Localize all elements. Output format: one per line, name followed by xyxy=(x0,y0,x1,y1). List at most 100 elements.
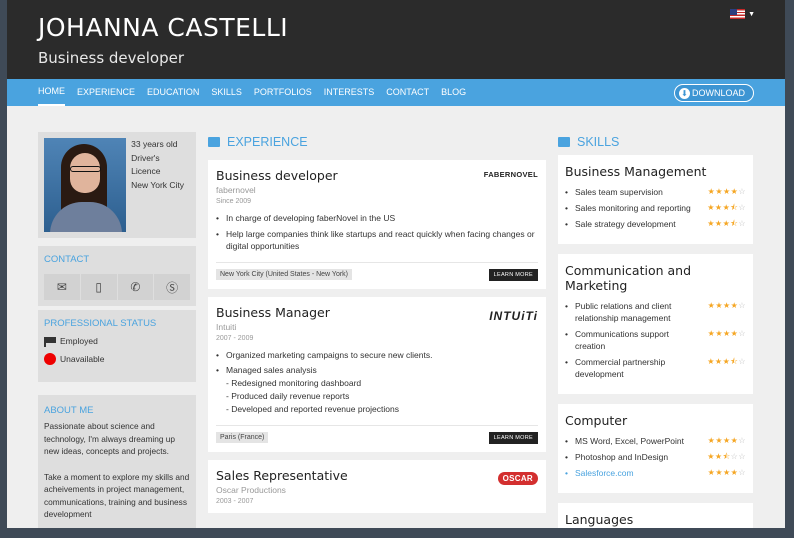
skill-row: Sales team supervision ★★★★☆ xyxy=(565,186,746,198)
email-icon[interactable]: ✉ xyxy=(44,274,80,300)
nav-experience[interactable]: EXPERIENCE xyxy=(77,79,135,106)
skills-heading: SKILLS xyxy=(558,132,753,152)
skill-row: Sale strategy development ★★★⯪☆ xyxy=(565,218,746,230)
download-label: DOWNLOAD xyxy=(691,88,745,98)
skill-name: Commercial partnership development xyxy=(565,356,693,380)
star-rating: ★★★★☆ xyxy=(708,300,746,312)
star-half-icon: ⯪ xyxy=(722,452,731,461)
download-button[interactable]: ⬇ DOWNLOAD xyxy=(673,84,754,102)
job-footer: New York City (United States - New York)… xyxy=(216,261,538,281)
phone-icon[interactable]: ✆ xyxy=(117,274,154,300)
about-title: ABOUT ME xyxy=(44,405,94,416)
nav-education[interactable]: EDUCATION xyxy=(147,79,199,106)
us-flag-icon xyxy=(730,9,746,19)
intuiti-logo: INTUiTi xyxy=(489,308,538,323)
experience-card: Sales Representative Oscar Productions 2… xyxy=(208,459,546,513)
download-icon: ⬇ xyxy=(678,87,690,99)
resume-page: JOHANNA CASTELLI Business developer ▼ HO… xyxy=(7,0,785,528)
star-rating: ★★⯪☆☆ xyxy=(707,451,746,463)
language-selector[interactable]: ▼ xyxy=(730,9,755,19)
contact-title: CONTACT xyxy=(44,254,90,265)
job-company: fabernovel xyxy=(216,185,256,195)
star-empty-icon: ☆ xyxy=(738,301,746,310)
sub-item: - Developed and reported revenue project… xyxy=(226,403,399,414)
licence: Driver's Licence xyxy=(131,152,161,177)
experience-column: EXPERIENCE Business developer fabernovel… xyxy=(208,132,546,513)
skill-card: Communication and Marketing Public relati… xyxy=(558,254,753,394)
star-full-icon: ★ xyxy=(707,203,715,212)
learn-more-button[interactable]: LEARN MORE xyxy=(488,268,538,281)
skill-row: Photoshop and InDesign★★⯪☆☆ xyxy=(565,451,746,463)
skill-row: Communications support creation★★★★☆ xyxy=(565,328,746,352)
star-rating: ★★★⯪☆ xyxy=(707,218,746,230)
nav-home[interactable]: HOME xyxy=(38,79,65,106)
skill-link[interactable]: Salesforce.com xyxy=(565,467,693,479)
skills-column: SKILLS Business Management Sales team sup… xyxy=(558,132,753,528)
skill-group-title: Computer xyxy=(565,413,628,428)
caret-down-icon: ▼ xyxy=(748,10,755,18)
job-bullets: In charge of developing faberNovel in th… xyxy=(216,212,538,253)
star-full-icon: ★ xyxy=(707,452,715,461)
about-section: ABOUT ME Passionate about science and te… xyxy=(38,395,196,528)
skill-card: Business Management Sales team supervisio… xyxy=(558,155,753,244)
skills-list: Business Management Sales team supervisio… xyxy=(558,155,753,528)
skills-title: SKILLS xyxy=(577,135,620,149)
star-empty-icon: ☆ xyxy=(738,357,746,366)
star-empty-icon: ☆ xyxy=(738,203,746,212)
profile-card: 33 years old Driver's Licence New York C… xyxy=(38,132,196,238)
oscar-logo: OSCAR xyxy=(497,471,538,485)
contact-section: CONTACT ✉ ▯ ✆ Ⓢ xyxy=(38,246,196,306)
nav-bar: HOME EXPERIENCE EDUCATION SKILLS PORTFOL… xyxy=(7,79,785,106)
status-section: PROFESSIONAL STATUS Employed Unavailable xyxy=(38,310,196,382)
unavailable-dot-icon xyxy=(44,353,56,365)
skype-icon[interactable]: Ⓢ xyxy=(154,274,190,300)
about-paragraph-1: Passionate about science and technology,… xyxy=(44,421,176,456)
employment-label: Employed xyxy=(60,336,98,346)
flag-icon xyxy=(44,336,56,347)
skill-group-title: Languages xyxy=(565,512,634,527)
star-full-icon: ★ xyxy=(722,436,731,445)
skill-row: Salesforce.com★★★★☆ xyxy=(565,467,746,479)
skill-name: Sales monitoring and reporting xyxy=(565,202,693,214)
skill-name: Photoshop and InDesign xyxy=(565,451,693,463)
skill-group-title: Communication and Marketing xyxy=(565,263,692,293)
list-item: In charge of developing faberNovel in th… xyxy=(216,212,538,225)
nav-blog[interactable]: BLOG xyxy=(441,79,466,106)
job-footer: Paris (France) LEARN MORE xyxy=(216,424,538,444)
skill-card: ComputerMS Word, Excel, PowerPoint★★★★☆P… xyxy=(558,404,753,493)
city: New York City xyxy=(131,179,185,190)
person-role: Business developer xyxy=(38,49,185,67)
skill-name: Public relations and client relationship… xyxy=(565,300,693,324)
nav-contact[interactable]: CONTACT xyxy=(386,79,429,106)
skill-name: Sales team supervision xyxy=(565,186,693,198)
star-full-icon: ★ xyxy=(722,187,731,196)
star-rating: ★★★★☆ xyxy=(708,186,746,198)
job-location: Paris (France) xyxy=(216,432,269,443)
nav-interests[interactable]: INTERESTS xyxy=(324,79,375,106)
star-rating: ★★★★☆ xyxy=(708,328,746,340)
job-dates: Since 2009 xyxy=(216,198,252,205)
learn-more-button[interactable]: LEARN MORE xyxy=(488,431,538,444)
briefcase-icon xyxy=(208,137,220,147)
skill-row: MS Word, Excel, PowerPoint★★★★☆ xyxy=(565,435,746,447)
job-bullets: Organized marketing campaigns to secure … xyxy=(216,349,538,416)
fabernovel-logo: FABERNOVEL xyxy=(483,170,538,179)
skill-name: MS Word, Excel, PowerPoint xyxy=(565,435,693,447)
sidebar: 33 years old Driver's Licence New York C… xyxy=(38,132,196,528)
nav-skills[interactable]: SKILLS xyxy=(211,79,242,106)
star-full-icon: ★ xyxy=(715,468,723,477)
contact-icons: ✉ ▯ ✆ Ⓢ xyxy=(44,274,190,300)
star-full-icon: ★ xyxy=(707,219,715,228)
sub-item: - Redesigned monitoring dashboard xyxy=(226,377,362,388)
person-name: JOHANNA CASTELLI xyxy=(38,13,289,42)
experience-card: Business developer fabernovel Since 2009… xyxy=(208,160,546,289)
mobile-icon[interactable]: ▯ xyxy=(80,274,117,300)
job-location: New York City (United States - New York) xyxy=(216,269,352,280)
star-empty-icon: ☆ xyxy=(738,468,746,477)
nav-portfolios[interactable]: PORTFOLIOS xyxy=(254,79,312,106)
star-rating: ★★★⯪☆ xyxy=(707,202,746,214)
star-full-icon: ★ xyxy=(715,436,723,445)
star-full-icon: ★ xyxy=(722,301,731,310)
skill-group-title: Business Management xyxy=(565,164,707,179)
employment-status: Employed xyxy=(44,336,190,347)
